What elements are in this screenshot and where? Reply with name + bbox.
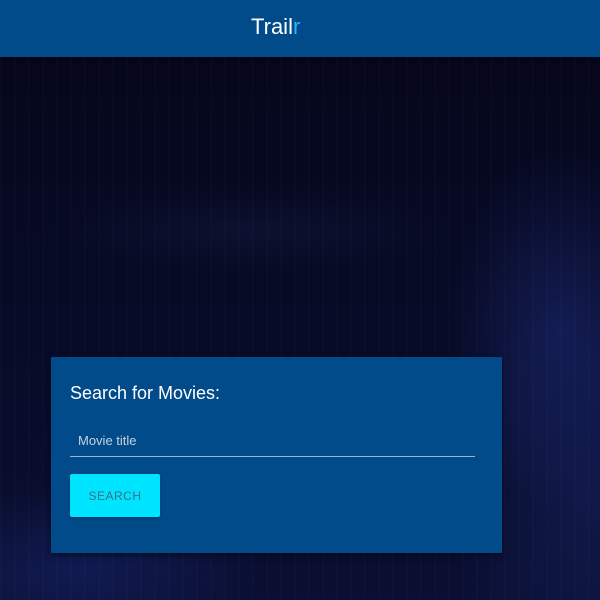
- brand-logo-main: Trail: [251, 14, 293, 39]
- movie-title-input[interactable]: [70, 425, 475, 456]
- brand-logo[interactable]: Trailr: [251, 13, 300, 41]
- search-card-title: Search for Movies:: [70, 383, 221, 403]
- movie-title-field: [70, 425, 475, 457]
- brand-logo-accent: r: [292, 14, 301, 39]
- navbar: Trailr: [0, 0, 600, 57]
- search-card: Search for Movies: SEARCH: [51, 357, 502, 553]
- search-button[interactable]: SEARCH: [70, 474, 160, 517]
